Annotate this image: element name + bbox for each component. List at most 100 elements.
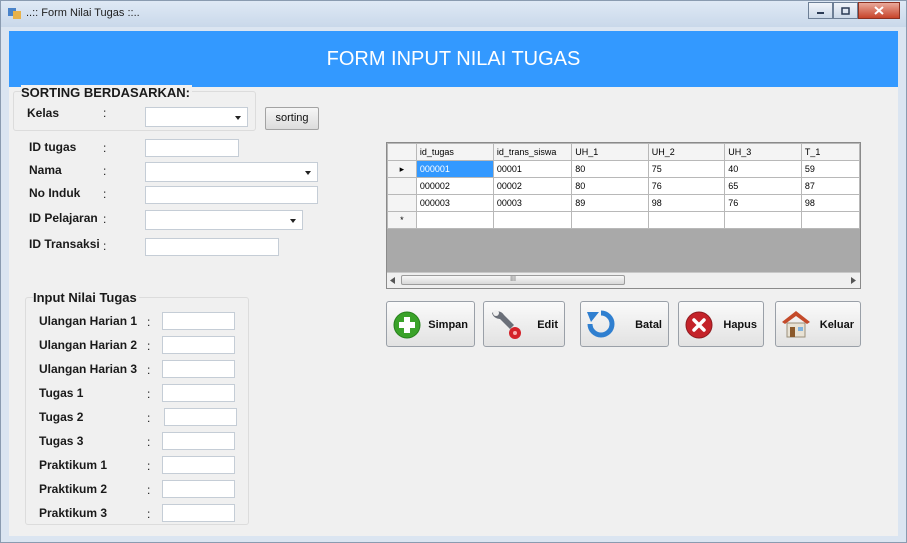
sorting-button[interactable]: sorting: [265, 107, 319, 130]
table-cell[interactable]: 89: [571, 194, 649, 212]
table-cell[interactable]: [415, 211, 494, 229]
nilai-label: Praktikum 2: [39, 482, 108, 496]
nilai-colon: :: [147, 387, 151, 401]
nilai-colon: :: [147, 339, 151, 353]
column-header[interactable]: id_tugas: [415, 143, 494, 161]
sorting-group-label: SORTING BERDASARKAN:: [21, 85, 192, 100]
column-header[interactable]: UH_3: [724, 143, 802, 161]
table-cell[interactable]: 98: [647, 194, 726, 212]
scroll-left-icon[interactable]: [390, 277, 396, 284]
new-row-marker-icon: *: [387, 211, 417, 229]
nilai-input[interactable]: [162, 312, 235, 330]
table-cell[interactable]: 80: [571, 177, 649, 195]
table-cell[interactable]: [647, 211, 726, 229]
nilai-label: Praktikum 3: [39, 506, 108, 520]
undo-icon: [587, 310, 615, 338]
simpan-button[interactable]: Simpan: [386, 301, 475, 347]
nilai-label: Tugas 2: [39, 410, 84, 424]
field-colon: :: [103, 187, 107, 201]
table-cell[interactable]: [724, 211, 802, 229]
table-row[interactable]: 000002 00002 80 76 65 87: [387, 177, 860, 195]
datagrid-table: id_tugas id_trans_siswa UH_1 UH_2 UH_3 T…: [387, 143, 860, 229]
page-title: FORM INPUT NILAI TUGAS: [326, 48, 581, 70]
horizontal-scrollbar[interactable]: III: [387, 272, 860, 288]
field-label-id-transaksi: ID Transaksi: [29, 237, 100, 251]
scrollbar-thumb[interactable]: III: [401, 275, 625, 285]
nilai-colon: :: [147, 435, 151, 449]
no-induk-input[interactable]: [145, 186, 318, 204]
new-row[interactable]: *: [387, 211, 860, 229]
table-cell[interactable]: 00003: [492, 194, 573, 212]
table-cell[interactable]: 000003: [415, 194, 494, 212]
batal-button-label: Batal: [635, 319, 662, 331]
table-cell[interactable]: 87: [800, 177, 860, 195]
column-header[interactable]: T_1: [800, 143, 860, 161]
table-cell[interactable]: 000001: [415, 160, 494, 178]
column-header[interactable]: id_trans_siswa: [492, 143, 573, 161]
chevron-down-icon: [235, 116, 241, 120]
nilai-input[interactable]: [162, 504, 235, 522]
edit-button[interactable]: Edit: [483, 301, 565, 347]
field-label-no-induk: No Induk: [29, 186, 81, 200]
close-button[interactable]: [858, 2, 900, 19]
nilai-input[interactable]: [162, 336, 235, 354]
table-cell[interactable]: 40: [724, 160, 802, 178]
field-label-id-tugas: ID tugas: [29, 140, 77, 154]
id-pelajaran-combo[interactable]: [145, 210, 303, 230]
nilai-input[interactable]: [162, 384, 235, 402]
table-cell[interactable]: [800, 211, 860, 229]
table-cell[interactable]: 76: [647, 177, 726, 195]
close-icon: [874, 6, 884, 15]
delete-icon: [685, 311, 713, 339]
kelas-combo[interactable]: [145, 107, 248, 127]
row-header[interactable]: [387, 194, 417, 212]
id-transaksi-input[interactable]: [145, 238, 279, 256]
nilai-label: Ulangan Harian 1: [39, 314, 138, 328]
table-cell[interactable]: 000002: [415, 177, 494, 195]
nilai-input[interactable]: [162, 456, 235, 474]
table-cell[interactable]: [571, 211, 649, 229]
table-cell[interactable]: 65: [724, 177, 802, 195]
hapus-button[interactable]: Hapus: [678, 301, 764, 347]
table-cell[interactable]: 00001: [492, 160, 573, 178]
nama-combo[interactable]: [145, 162, 318, 182]
table-cell[interactable]: 76: [724, 194, 802, 212]
nilai-label: Tugas 3: [39, 434, 84, 448]
nilai-input[interactable]: [162, 480, 235, 498]
simpan-button-label: Simpan: [428, 319, 468, 331]
nilai-label: Ulangan Harian 2: [39, 338, 138, 352]
minimize-icon: [817, 11, 824, 14]
nilai-colon: :: [147, 363, 151, 377]
row-header[interactable]: [387, 177, 417, 195]
maximize-icon: [841, 6, 850, 15]
id-tugas-input[interactable]: [145, 139, 239, 157]
maximize-button[interactable]: [833, 2, 858, 19]
batal-button[interactable]: Batal: [580, 301, 669, 347]
table-cell[interactable]: 80: [571, 160, 649, 178]
window-title: ..:: Form Nilai Tugas ::..: [26, 7, 140, 19]
nilai-datagrid[interactable]: id_tugas id_trans_siswa UH_1 UH_2 UH_3 T…: [386, 142, 861, 289]
scroll-right-icon[interactable]: [851, 277, 857, 284]
edit-button-label: Edit: [537, 319, 558, 331]
minimize-button[interactable]: [808, 2, 833, 19]
nilai-group-label: Input Nilai Tugas: [33, 290, 139, 305]
nilai-input[interactable]: [164, 408, 237, 426]
table-cell[interactable]: [492, 211, 573, 229]
table-cell[interactable]: 98: [800, 194, 860, 212]
nilai-input[interactable]: [162, 360, 235, 378]
title-bar[interactable]: ..:: Form Nilai Tugas ::..: [1, 1, 906, 27]
table-row[interactable]: ▸ 000001 00001 80 75 40 59: [387, 160, 860, 178]
column-header[interactable]: UH_1: [571, 143, 649, 161]
nilai-colon: :: [147, 483, 151, 497]
keluar-button[interactable]: Keluar: [775, 301, 861, 347]
table-row[interactable]: 000003 00003 89 98 76 98: [387, 194, 860, 212]
home-icon: [782, 311, 810, 338]
table-cell[interactable]: 59: [800, 160, 860, 178]
field-colon: :: [103, 239, 107, 253]
kelas-label: Kelas: [27, 106, 60, 120]
field-colon: :: [103, 212, 107, 226]
table-cell[interactable]: 75: [647, 160, 726, 178]
column-header[interactable]: UH_2: [647, 143, 726, 161]
table-cell[interactable]: 00002: [492, 177, 573, 195]
nilai-input[interactable]: [162, 432, 235, 450]
